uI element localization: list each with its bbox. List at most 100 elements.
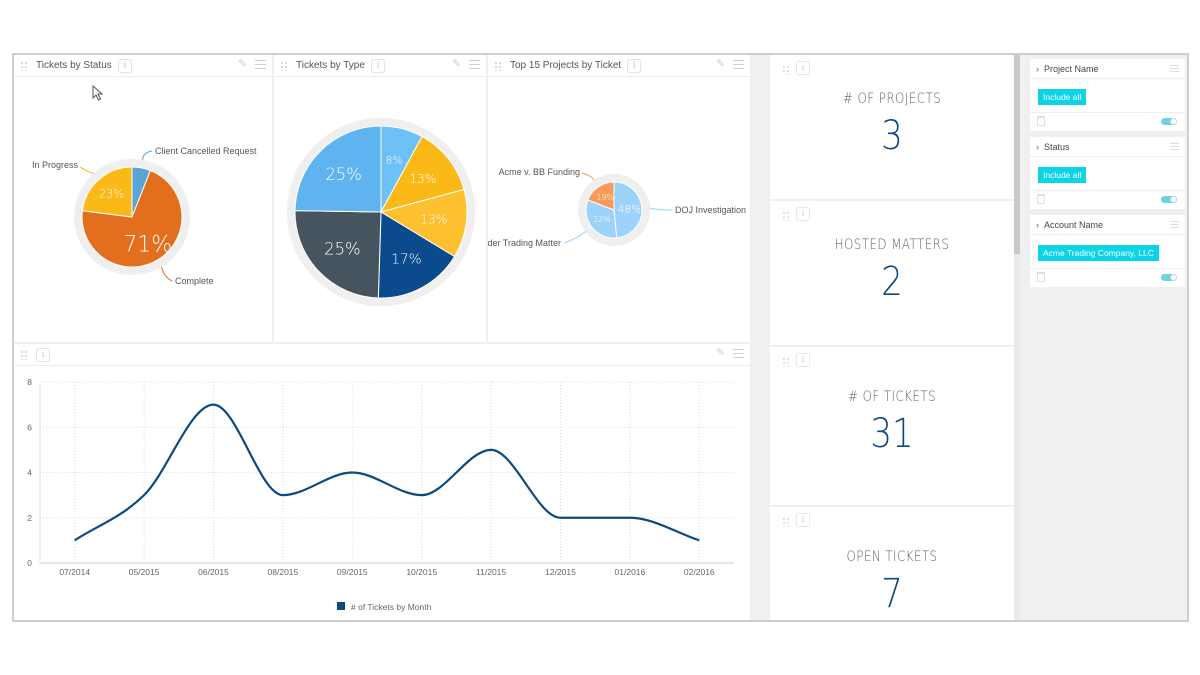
callout-line [649, 207, 673, 211]
callout-line [79, 166, 94, 174]
filter-name: Account Name [1044, 219, 1104, 230]
panel-header: i ✎ [14, 344, 750, 366]
filter-toggle[interactable] [1161, 274, 1177, 281]
callout-line [581, 172, 595, 181]
x-tick-label: 10/2015 [406, 567, 437, 577]
pie-value-label: 32% [593, 214, 611, 224]
pie-category-label: Acme v. BB Funding [499, 167, 580, 177]
pie-value-label: 13% [420, 213, 447, 227]
pie-value-label: 48% [618, 204, 641, 216]
info-icon[interactable]: i [796, 353, 810, 367]
pencil-icon[interactable]: ✎ [716, 348, 727, 359]
panel-title: Tickets by Status [36, 60, 112, 71]
menu-icon[interactable] [1170, 143, 1179, 150]
trash-icon[interactable] [1037, 272, 1045, 282]
trash-icon[interactable] [1037, 116, 1045, 126]
info-icon[interactable]: i [370, 58, 385, 73]
pie-chart-status: Client Cancelled Request 71% Complete 23% In… [32, 146, 257, 286]
x-tick-label: 09/2015 [337, 567, 368, 577]
menu-icon[interactable] [733, 349, 744, 358]
menu-icon[interactable] [733, 60, 744, 69]
filter-toggle[interactable] [1161, 196, 1177, 203]
panel-tickets-by-status: Tickets by Status i ✎ Client Cancelled R… [14, 55, 272, 342]
line-chart: 0 2 4 6 8 07/2014 05/2015 06/2015 08/2015 09/2015… [27, 377, 734, 612]
menu-icon[interactable] [1170, 221, 1179, 228]
drag-handle-icon[interactable] [280, 60, 288, 71]
pie-chart-projects: 48% DOJ Investigation 32% Insider Trading M… [488, 167, 746, 248]
scrollbar-thumb[interactable] [1014, 55, 1020, 254]
kpi-column: i # OF PROJECTS 3 i HOSTED MATTERS 2 i #… [752, 55, 1014, 620]
menu-icon[interactable] [255, 60, 266, 69]
drag-handle-icon[interactable] [782, 517, 790, 527]
drag-handle-icon[interactable] [782, 211, 790, 221]
kpi-value: 2 [881, 259, 903, 305]
line-series[interactable] [74, 403, 700, 542]
pie-value-label: 25% [325, 165, 362, 184]
pie-value-label: 8% [386, 155, 403, 167]
menu-icon[interactable] [469, 60, 480, 69]
info-icon[interactable]: i [36, 347, 50, 362]
drag-handle-icon[interactable] [782, 357, 790, 367]
chevron-right-icon[interactable]: › [1036, 220, 1039, 230]
panel-title: Tickets by Type [296, 60, 365, 71]
x-tick-label: 11/2015 [476, 567, 506, 577]
trash-icon[interactable] [1037, 194, 1045, 204]
kpi-value: 3 [881, 113, 903, 159]
info-icon[interactable]: i [796, 207, 810, 221]
y-tick-label: 6 [27, 422, 32, 432]
filter-name: Status [1044, 141, 1070, 152]
x-tick-label: 01/2016 [615, 567, 646, 577]
panel-header: Tickets by Type i ✎ [274, 55, 486, 77]
menu-icon[interactable] [1170, 65, 1179, 72]
pie-category-label: Complete [175, 276, 214, 286]
panel-title: Top 15 Projects by Ticket [510, 60, 622, 71]
filter-toggle[interactable] [1161, 118, 1177, 125]
info-icon[interactable]: i [796, 61, 810, 75]
pencil-icon[interactable]: ✎ [716, 59, 727, 70]
x-tick-label: 02/2016 [684, 567, 715, 577]
x-tick-label: 05/2015 [129, 567, 160, 577]
filter-chip[interactable]: Acme Trading Company, LLC [1038, 245, 1159, 261]
info-icon[interactable]: i [627, 58, 642, 73]
filter-status: › Status Include all [1030, 137, 1185, 209]
filter-header[interactable]: › Status [1030, 137, 1185, 157]
pie-value-label: 13% [409, 172, 436, 186]
kpi-tile-tickets: i # OF TICKETS 31 [770, 347, 1014, 505]
legend-label[interactable]: # of Tickets by Month [351, 602, 432, 612]
kpi-value: 7 [881, 571, 903, 617]
filter-name: Project Name [1044, 63, 1099, 74]
drag-handle-icon[interactable] [20, 349, 28, 360]
chevron-right-icon[interactable]: › [1036, 64, 1039, 74]
drag-handle-icon[interactable] [782, 65, 790, 75]
pencil-icon[interactable]: ✎ [238, 59, 249, 70]
drag-handle-icon[interactable] [20, 60, 28, 71]
info-icon[interactable]: i [796, 513, 810, 527]
x-tick-label: 07/2014 [59, 567, 90, 577]
y-tick-label: 0 [27, 558, 32, 568]
callout-line [161, 266, 173, 282]
filter-chip[interactable]: Include all [1038, 167, 1087, 183]
pie-chart-type: 8% 13% 13% 17% 25% 25% [287, 118, 475, 306]
y-tick-label: 2 [27, 513, 32, 523]
kpi-value: 31 [870, 411, 914, 457]
callout-line [563, 231, 586, 244]
info-icon[interactable]: i [117, 58, 132, 73]
filter-chip[interactable]: Include all [1038, 89, 1087, 105]
filter-header[interactable]: › Project Name [1030, 59, 1185, 79]
chevron-right-icon[interactable]: › [1036, 142, 1039, 152]
panel-top-projects: Top 15 Projects by Ticket i ✎ 48% DOJ Inv… [488, 55, 750, 342]
pie-value-label: 19% [596, 193, 614, 202]
kpi-label: # OF TICKETS [847, 389, 937, 405]
filter-header[interactable]: › Account Name [1030, 215, 1185, 235]
filter-project-name: › Project Name Include all [1030, 59, 1185, 131]
filter-account-name: › Account Name Acme Trading Company, LLC [1030, 215, 1185, 287]
pie-value-label: 25% [324, 240, 361, 259]
kpi-tile-hosted-matters: i HOSTED MATTERS 2 [770, 201, 1014, 345]
x-tick-label: 08/2015 [268, 567, 299, 577]
drag-handle-icon[interactable] [494, 60, 502, 71]
panel-tickets-by-month: i ✎ 0 2 4 6 8 07/2014 05/2015 06/2015 08/2015 09/… [14, 344, 750, 620]
kpi-label: OPEN TICKETS [846, 549, 938, 565]
y-tick-label: 4 [27, 468, 32, 478]
pencil-icon[interactable]: ✎ [452, 59, 463, 70]
dashboard: Tickets by Status i ✎ Client Cancelled R… [12, 53, 1189, 622]
